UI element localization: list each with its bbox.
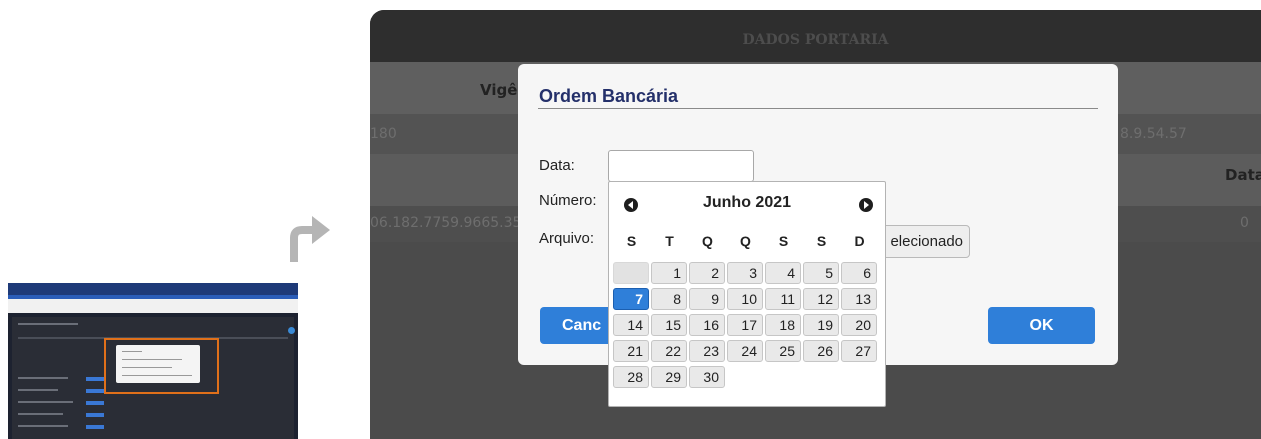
weekday-header: S <box>816 233 827 249</box>
day-cell[interactable]: 9 <box>689 288 725 310</box>
data-input[interactable] <box>608 150 754 182</box>
day-cell[interactable]: 8 <box>651 288 687 310</box>
thumb-button <box>86 377 104 381</box>
day-cell[interactable]: 24 <box>727 340 763 362</box>
day-cell[interactable]: 5 <box>803 262 839 284</box>
day-cell[interactable]: 23 <box>689 340 725 362</box>
day-cell[interactable]: 11 <box>765 288 801 310</box>
thumb-line <box>18 377 68 379</box>
day-cell[interactable]: 30 <box>689 366 725 388</box>
day-cell-today[interactable]: 7 <box>613 288 649 310</box>
empty-day-cell <box>613 262 649 284</box>
day-cell[interactable]: 3 <box>727 262 763 284</box>
section-header: DADOS PORTARIA <box>370 10 1261 62</box>
weekday-header: D <box>854 233 865 249</box>
file-chooser-button[interactable]: elecionado <box>876 225 970 258</box>
zoom-arrow-icon <box>290 216 330 262</box>
data-label: Data: <box>539 157 575 174</box>
day-cell[interactable]: 4 <box>765 262 801 284</box>
arquivo-label: Arquivo: <box>539 230 595 247</box>
prev-month-icon[interactable] <box>624 198 638 212</box>
thumb-line <box>18 401 73 403</box>
day-cell[interactable]: 21 <box>613 340 649 362</box>
datepicker: Junho 2021 S T Q Q S S D 1 2 3 4 5 6 7 8 9 10 11 12 13 14 15 1… <box>608 181 886 407</box>
day-cell[interactable]: 2 <box>689 262 725 284</box>
table-cell: 180 <box>370 126 397 142</box>
next-month-icon[interactable] <box>859 198 873 212</box>
thumb-line <box>18 413 63 415</box>
thumb-line <box>18 323 78 325</box>
weekday-header: T <box>665 233 674 249</box>
day-cell[interactable]: 1 <box>651 262 687 284</box>
day-cell[interactable]: 22 <box>651 340 687 362</box>
table-cell: 8.9.54.57 <box>1120 126 1187 142</box>
dialog-title: Ordem Bancária <box>539 86 679 106</box>
ok-button[interactable]: OK <box>988 307 1095 344</box>
weekday-header: Q <box>702 233 713 249</box>
thumb-button <box>86 413 104 417</box>
thumb-button <box>86 401 104 405</box>
thumb-circle-icon <box>288 327 295 334</box>
day-cell[interactable]: 26 <box>803 340 839 362</box>
day-cell[interactable]: 15 <box>651 314 687 336</box>
day-cell[interactable]: 17 <box>727 314 763 336</box>
thumb-subheader <box>8 299 298 313</box>
weekday-header: S <box>778 233 789 249</box>
day-cell[interactable]: 14 <box>613 314 649 336</box>
thumb-top-bar <box>8 283 298 295</box>
day-cell[interactable]: 16 <box>689 314 725 336</box>
thumb-button <box>86 389 104 393</box>
weekday-header: Q <box>740 233 751 249</box>
thumb-button <box>86 425 104 429</box>
datepicker-month-title: Junho 2021 <box>702 194 792 211</box>
table-cell: 0 <box>1240 215 1249 231</box>
table-cell: 06.182.7759.9665.35 <box>370 215 522 231</box>
numero-label: Número: <box>539 192 597 209</box>
day-cell[interactable]: 18 <box>765 314 801 336</box>
day-cell[interactable]: 25 <box>765 340 801 362</box>
day-cell[interactable]: 10 <box>727 288 763 310</box>
page-thumbnail <box>8 283 298 439</box>
zoom-highlight-frame <box>104 338 219 394</box>
day-cell[interactable]: 20 <box>841 314 877 336</box>
column-header-data: Data <box>1225 166 1261 184</box>
day-cell[interactable]: 12 <box>803 288 839 310</box>
title-divider <box>538 108 1098 109</box>
day-cell[interactable]: 13 <box>841 288 877 310</box>
day-cell[interactable]: 29 <box>651 366 687 388</box>
day-cell[interactable]: 27 <box>841 340 877 362</box>
day-cell[interactable]: 6 <box>841 262 877 284</box>
thumb-line <box>18 425 68 427</box>
day-cell[interactable]: 28 <box>613 366 649 388</box>
day-cell[interactable]: 19 <box>803 314 839 336</box>
weekday-header: S <box>626 233 637 249</box>
thumb-line <box>18 389 58 391</box>
